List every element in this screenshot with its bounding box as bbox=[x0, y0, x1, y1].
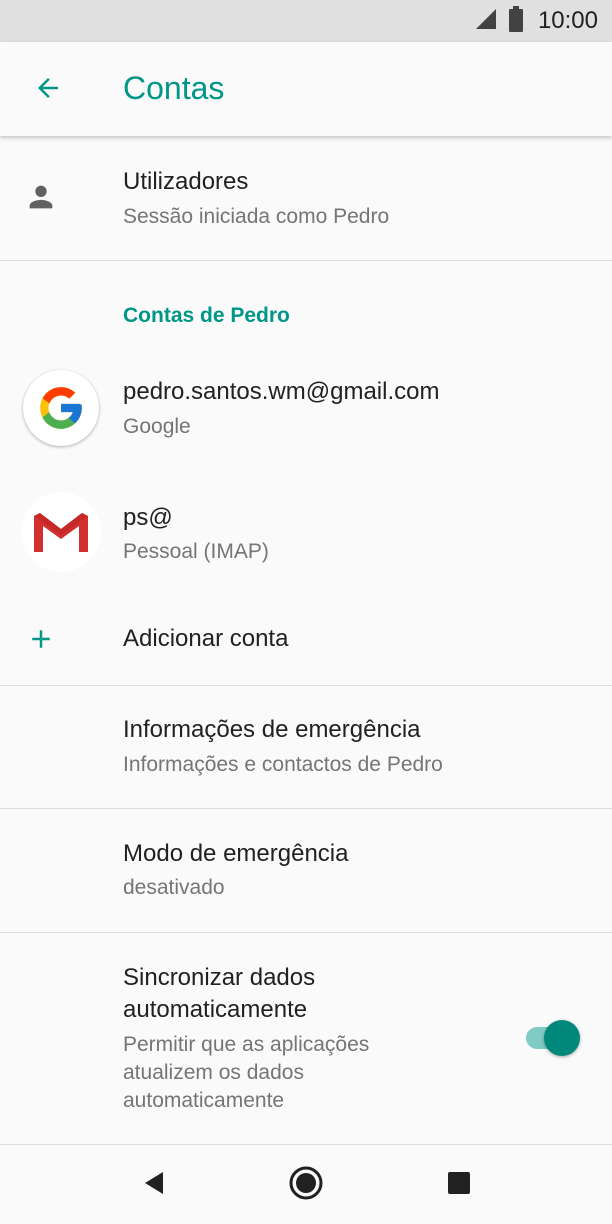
person-icon bbox=[24, 180, 58, 219]
arrow-back-icon bbox=[33, 73, 63, 108]
gmail-icon bbox=[21, 492, 101, 572]
add-account-label: Adicionar conta bbox=[123, 625, 289, 652]
battery-icon bbox=[508, 5, 524, 37]
imap-account-email: ps@ bbox=[123, 504, 173, 531]
nav-home-button[interactable] bbox=[284, 1163, 328, 1207]
emergency-mode-row[interactable]: Modo de emergência desativado bbox=[0, 809, 612, 931]
emergency-info-title: Informações de emergência bbox=[123, 716, 421, 743]
account-item-google[interactable]: pedro.santos.wm@gmail.com Google bbox=[0, 350, 612, 468]
back-triangle-icon bbox=[141, 1170, 167, 1201]
app-bar: Contas bbox=[0, 42, 612, 136]
nav-back-button[interactable] bbox=[132, 1163, 176, 1207]
page-title: Contas bbox=[123, 70, 225, 106]
google-icon bbox=[23, 370, 99, 446]
home-circle-icon bbox=[288, 1165, 324, 1206]
emergency-info-subtitle: Informações e contactos de Pedro bbox=[123, 753, 443, 776]
auto-sync-title-line1: Sincronizar dados bbox=[123, 964, 316, 991]
google-account-email: pedro.santos.wm@gmail.com bbox=[123, 378, 440, 405]
emergency-info-row[interactable]: Informações de emergência Informações e … bbox=[0, 686, 612, 808]
auto-sync-subtitle-line2: atualizem os dados bbox=[123, 1061, 304, 1084]
divider bbox=[0, 260, 612, 261]
account-item-imap[interactable]: ps@ Pessoal (IMAP) bbox=[0, 470, 612, 594]
emergency-mode-title: Modo de emergência bbox=[123, 840, 349, 867]
back-button[interactable] bbox=[22, 64, 74, 116]
status-bar: 10:00 bbox=[0, 0, 612, 42]
plus-icon bbox=[26, 624, 56, 659]
auto-sync-subtitle-line3: automaticamente bbox=[123, 1089, 285, 1112]
add-account-button[interactable]: Adicionar conta bbox=[0, 596, 612, 684]
toggle-thumb bbox=[544, 1020, 580, 1056]
auto-sync-subtitle-line1: Permitir que as aplicações bbox=[123, 1033, 370, 1056]
status-time: 10:00 bbox=[537, 7, 598, 34]
auto-sync-row[interactable]: Sincronizar dados automaticamente Permit… bbox=[0, 933, 612, 1141]
nav-recents-button[interactable] bbox=[437, 1163, 481, 1207]
auto-sync-title-line2: automaticamente bbox=[123, 996, 308, 1023]
signal-icon bbox=[474, 7, 498, 36]
accounts-section-header: Contas de Pedro bbox=[123, 304, 290, 327]
google-account-type: Google bbox=[123, 415, 191, 438]
users-title: Utilizadores bbox=[123, 168, 249, 195]
emergency-mode-subtitle: desativado bbox=[123, 876, 225, 899]
navigation-bar bbox=[0, 1144, 612, 1224]
auto-sync-toggle[interactable] bbox=[522, 1019, 582, 1057]
users-row[interactable]: Utilizadores Sessão iniciada como Pedro bbox=[0, 136, 612, 260]
users-subtitle: Sessão iniciada como Pedro bbox=[123, 205, 390, 228]
imap-account-type: Pessoal (IMAP) bbox=[123, 540, 269, 563]
recents-square-icon bbox=[447, 1171, 471, 1200]
